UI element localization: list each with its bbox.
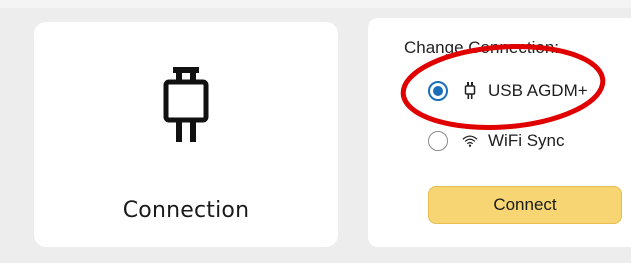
usb-plug-icon — [163, 67, 209, 142]
usb-option[interactable]: USB AGDM+ — [428, 78, 588, 104]
connection-card[interactable]: Connection — [34, 22, 338, 247]
change-connection-title: Change Connection: — [404, 38, 560, 57]
change-connection-panel: Change Connection: USB AGDM+ WiFi Sync C… — [368, 18, 631, 247]
wifi-icon — [462, 135, 478, 147]
top-strip — [0, 0, 631, 8]
usb-plug-icon — [464, 82, 476, 99]
wifi-radio[interactable] — [428, 131, 448, 151]
usb-radio[interactable] — [428, 81, 448, 101]
connect-button[interactable]: Connect — [428, 186, 622, 224]
wifi-option-label: WiFi Sync — [488, 131, 565, 150]
usb-option-label: USB AGDM+ — [488, 81, 588, 100]
wifi-option[interactable]: WiFi Sync — [428, 128, 565, 154]
connection-label: Connection — [122, 198, 250, 223]
radio-selected-dot — [433, 86, 443, 96]
page: Connection Change Connection: USB AGDM+ — [0, 0, 631, 263]
